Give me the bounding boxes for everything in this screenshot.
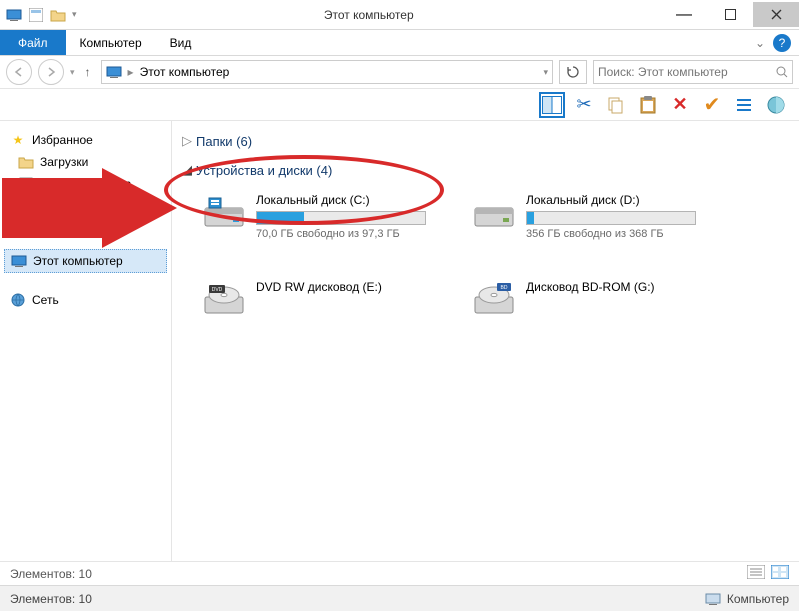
status-bar-2: Элементов: 10 Компьютер (0, 585, 799, 611)
properties-icon[interactable] (28, 7, 44, 23)
drive-label: DVD RW дисковод (E:) (256, 280, 442, 294)
network-icon (10, 292, 26, 308)
title-bar: ▾ Этот компьютер — (0, 0, 799, 30)
cut-button[interactable]: ✂ (571, 92, 597, 118)
chevron-down-icon: ◢ (182, 162, 192, 178)
delete-button[interactable]: ✕ (667, 92, 693, 118)
drive-label: Дисковод BD-ROM (G:) (526, 280, 712, 294)
details-view-icon[interactable] (747, 565, 765, 582)
content-pane: ▷ Папки (6) ◢ Устройства и диски (4) Лок… (172, 121, 799, 561)
back-button[interactable] (6, 59, 32, 85)
up-button[interactable]: ↑ (81, 65, 95, 79)
status-elements: Элементов: 10 (10, 567, 92, 581)
drive-free-text: 70,0 ГБ свободно из 97,3 ГБ (256, 228, 442, 240)
preview-pane-button[interactable] (539, 92, 565, 118)
search-input[interactable] (598, 65, 775, 79)
navigation-pane: ★ Избранное Загрузки Недавние места (0, 121, 172, 561)
drive-free-text: 356 ГБ свободно из 368 ГБ (526, 228, 712, 240)
hdd-icon (202, 193, 246, 233)
status-computer: Компьютер (727, 592, 789, 606)
sidebar-homegroup[interactable]: Домашняя группа (4, 211, 167, 233)
address-field[interactable]: ▸ Этот компьютер ▾ (101, 60, 553, 84)
folder-icon (18, 154, 34, 170)
drive-c[interactable]: Локальный диск (C:) 70,0 ГБ свободно из … (202, 193, 442, 240)
drive-label: Локальный диск (C:) (256, 193, 442, 207)
status-elements-2: Элементов: 10 (10, 592, 92, 606)
shell-button[interactable] (763, 92, 789, 118)
view-tab[interactable]: Вид (156, 30, 206, 55)
capacity-bar (256, 211, 426, 225)
close-button[interactable] (753, 2, 799, 27)
ribbon-expand-icon[interactable]: ⌄ (755, 36, 765, 50)
computer-icon (11, 253, 27, 269)
address-dropdown-icon[interactable]: ▾ (543, 67, 548, 78)
copy-button[interactable] (603, 92, 629, 118)
refresh-button[interactable] (559, 60, 587, 84)
sidebar-downloads[interactable]: Загрузки (4, 151, 167, 173)
sidebar-recent[interactable]: Недавние места (4, 173, 167, 195)
check-button[interactable]: ✔ (699, 92, 725, 118)
drive-label: Локальный диск (D:) (526, 193, 712, 207)
help-icon[interactable]: ? (773, 34, 791, 52)
toolbar: ✂ ✕ ✔ (0, 89, 799, 121)
sidebar-this-pc[interactable]: Этот компьютер (4, 249, 167, 273)
search-box[interactable] (593, 60, 793, 84)
address-bar: ▾ ↑ ▸ Этот компьютер ▾ (0, 56, 799, 89)
minimize-button[interactable]: — (661, 2, 707, 27)
paste-button[interactable] (635, 92, 661, 118)
star-icon: ★ (10, 132, 26, 148)
computer-icon (705, 592, 721, 606)
recent-icon (18, 176, 34, 192)
homegroup-icon (10, 214, 26, 230)
computer-icon-small (106, 64, 122, 80)
svg-text:DVD: DVD (212, 287, 223, 293)
bd-icon: BD (472, 280, 516, 320)
search-icon (775, 65, 788, 79)
dvd-icon: DVD (202, 280, 246, 320)
file-tab[interactable]: Файл (0, 30, 66, 55)
address-path: Этот компьютер (140, 65, 538, 79)
section-devices[interactable]: ◢ Устройства и диски (4) (182, 156, 789, 185)
new-folder-icon[interactable] (50, 7, 66, 23)
computer-tab[interactable]: Компьютер (66, 30, 156, 55)
svg-text:BD: BD (501, 285, 508, 291)
drive-bd[interactable]: BD Дисковод BD-ROM (G:) (472, 280, 712, 320)
quick-access-toolbar: ▾ (0, 7, 77, 23)
computer-icon (6, 7, 22, 23)
main-area: ★ Избранное Загрузки Недавние места (0, 121, 799, 561)
recent-locations-icon[interactable]: ▾ (70, 67, 75, 78)
status-bar: Элементов: 10 (0, 561, 799, 585)
sidebar-favorites[interactable]: ★ Избранное (4, 129, 167, 151)
ribbon-tabs: Файл Компьютер Вид ⌄ ? (0, 30, 799, 56)
hdd-icon (472, 193, 516, 233)
drive-dvd[interactable]: DVD DVD RW дисковод (E:) (202, 280, 442, 320)
capacity-bar (526, 211, 696, 225)
window-title: Этот компьютер (77, 8, 661, 22)
drive-grid: Локальный диск (C:) 70,0 ГБ свободно из … (182, 185, 789, 334)
drive-d[interactable]: Локальный диск (D:) 356 ГБ свободно из 3… (472, 193, 712, 240)
chevron-right-icon: ▷ (182, 133, 192, 149)
sidebar-network[interactable]: Сеть (4, 289, 167, 311)
large-icons-view-icon[interactable] (771, 565, 789, 582)
section-folders[interactable]: ▷ Папки (6) (182, 127, 789, 156)
list-button[interactable] (731, 92, 757, 118)
forward-button[interactable] (38, 59, 64, 85)
maximize-button[interactable] (707, 2, 753, 27)
